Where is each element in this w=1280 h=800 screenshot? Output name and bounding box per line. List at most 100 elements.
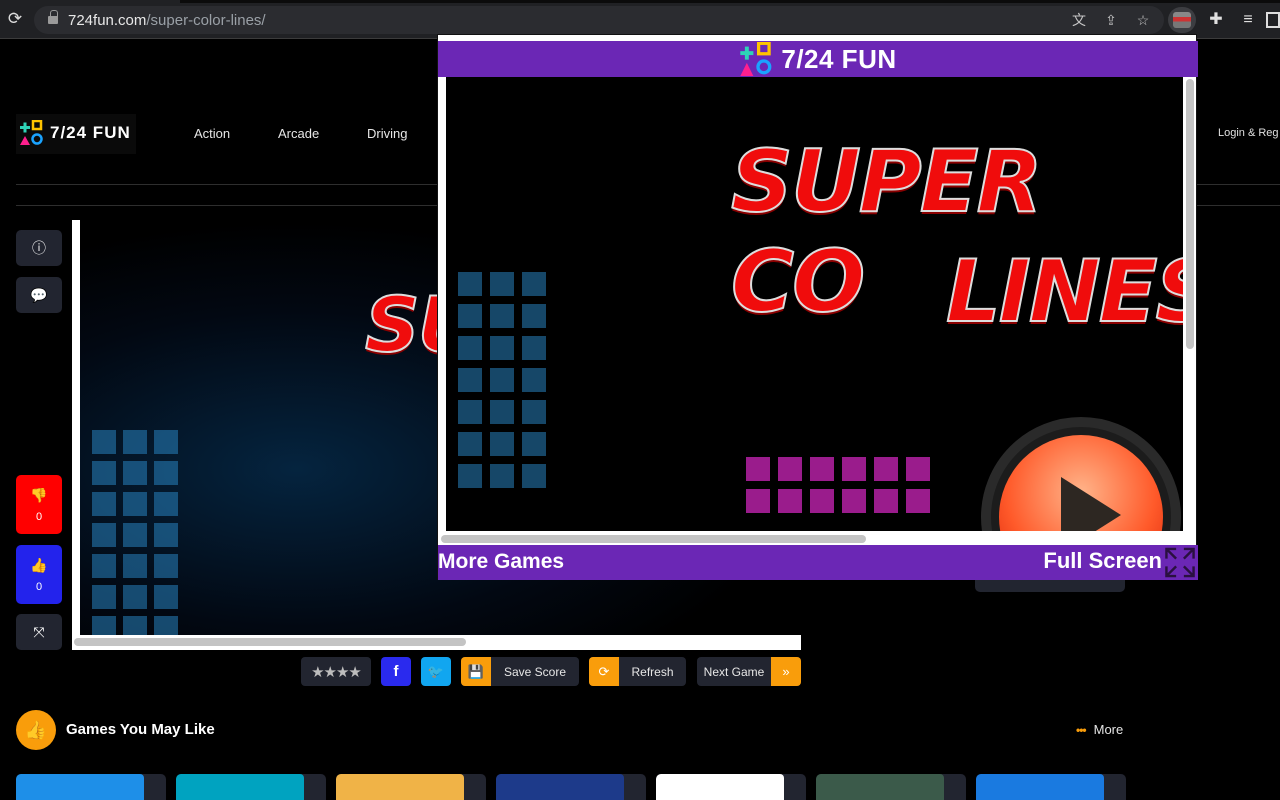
decor-tile [906, 489, 930, 513]
reload-icon[interactable]: ⟳ [6, 10, 24, 28]
extension-screenshot-icon [1173, 12, 1191, 28]
game-card[interactable] [16, 774, 166, 800]
dislike-button[interactable]: 👎 0 [16, 475, 62, 534]
horizontal-scrollbar[interactable] [74, 638, 466, 646]
decor-tile [92, 585, 116, 609]
decor-tile [490, 304, 514, 328]
decor-tile [458, 336, 482, 360]
decor-tile [154, 523, 178, 547]
game-thumbnail [656, 774, 784, 800]
decor-tile [746, 457, 770, 481]
horizontal-scrollbar[interactable] [441, 535, 866, 543]
nav-arcade[interactable]: Arcade [278, 126, 319, 141]
decor-tile [458, 368, 482, 392]
login-register-link[interactable]: Login & Reg [1218, 127, 1279, 139]
nav-driving[interactable]: Driving [367, 126, 407, 141]
share-icon[interactable]: ⇪ [1102, 11, 1120, 29]
logo-text: 7/24 FUN [50, 123, 131, 142]
decor-tile [92, 492, 116, 516]
lock-icon[interactable] [48, 10, 58, 25]
info-button[interactable]: ⓘ [16, 230, 62, 266]
popup-header: 7/24 FUN [438, 41, 1198, 77]
address-bar[interactable]: 724fun.com/super-color-lines/ 文 ⇪ ☆ [34, 6, 1164, 34]
decor-tile [874, 457, 898, 481]
vertical-scrollbar[interactable] [1186, 79, 1194, 349]
comment-button[interactable]: 💬 [16, 277, 62, 313]
url-text[interactable]: 724fun.com/super-color-lines/ [68, 12, 266, 29]
decor-tile [154, 554, 178, 578]
fullscreen-arrows-icon[interactable] [1164, 547, 1196, 578]
game-popup-window: 7/24 FUN SUPER CO LINES More Games Full … [437, 34, 1198, 580]
refresh-icon: ⟳ [589, 657, 619, 686]
game-card[interactable] [176, 774, 326, 800]
next-game-button[interactable]: Next Game » [697, 657, 801, 686]
extensions-puzzle-icon[interactable]: ✚ [1206, 10, 1226, 30]
decor-tile [92, 616, 116, 635]
decor-tile [490, 336, 514, 360]
full-screen-link[interactable]: Full Screen [1043, 548, 1162, 574]
more-games-link[interactable]: ••• More [1076, 722, 1123, 737]
decor-tile [810, 457, 834, 481]
decor-tile [123, 554, 147, 578]
more-games-link[interactable]: More Games [438, 550, 564, 574]
decor-tile [92, 430, 116, 454]
decor-tile [810, 489, 834, 513]
media-queue-icon[interactable]: ≡ [1238, 10, 1258, 30]
info-icon: ⓘ [32, 240, 46, 256]
game-card[interactable] [496, 774, 646, 800]
nav-action[interactable]: Action [194, 126, 230, 141]
site-logo[interactable]: 7/24 FUN [16, 114, 136, 154]
thumbs-down-icon: 👎 [30, 486, 48, 503]
popup-footer: More Games Full Screen [438, 545, 1198, 580]
save-score-label: Save Score [503, 664, 567, 679]
popup-game-canvas[interactable]: SUPER CO LINES [446, 77, 1183, 531]
game-thumbnail [976, 774, 1104, 800]
decor-tile [123, 430, 147, 454]
side-panel-icon[interactable] [1266, 12, 1280, 28]
decor-tile [123, 492, 147, 516]
refresh-button[interactable]: ⟳ Refresh [589, 657, 686, 686]
decor-tile [92, 461, 116, 485]
game-card[interactable] [336, 774, 486, 800]
decor-tile [92, 554, 116, 578]
game-card[interactable] [976, 774, 1126, 800]
expand-icon: ⤧ [33, 624, 45, 640]
decor-tile [154, 430, 178, 454]
game-thumbnail [176, 774, 304, 800]
game-thumbnail [496, 774, 624, 800]
decor-tile [522, 368, 546, 392]
comment-icon: 💬 [30, 287, 48, 303]
decor-tile [522, 464, 546, 488]
decor-tile [778, 489, 802, 513]
logo-shapes-icon [20, 120, 43, 145]
url-host: 724fun.com [68, 12, 147, 29]
play-button[interactable] [981, 417, 1181, 531]
play-icon [1061, 477, 1121, 531]
game-card[interactable] [656, 774, 806, 800]
fullscreen-button[interactable]: ⤧ [16, 614, 62, 650]
decor-tile [92, 523, 116, 547]
url-path: /super-color-lines/ [146, 12, 266, 29]
star-rating[interactable]: ★★★★ [301, 657, 371, 686]
floppy-disk-icon: 💾 [461, 657, 491, 686]
decor-tile [123, 616, 147, 635]
twitter-share-button[interactable]: 🐦 [421, 657, 451, 686]
extension-screenshot-button[interactable] [1168, 7, 1196, 33]
like-button[interactable]: 👍 0 [16, 545, 62, 604]
decor-tile [522, 336, 546, 360]
refresh-label: Refresh [631, 664, 674, 679]
decor-tile [874, 489, 898, 513]
decor-tile [458, 464, 482, 488]
twitter-icon: 🐦 [427, 663, 445, 679]
decor-tile [746, 489, 770, 513]
facebook-share-button[interactable]: f [381, 657, 411, 686]
decor-tile [123, 585, 147, 609]
game-thumbnail [816, 774, 944, 800]
decor-tile [154, 461, 178, 485]
double-chevron-right-icon: » [771, 657, 801, 686]
translate-icon[interactable]: 文 [1070, 11, 1088, 29]
next-game-label: Next Game [703, 664, 765, 679]
save-score-button[interactable]: 💾 Save Score [461, 657, 579, 686]
bookmark-star-icon[interactable]: ☆ [1134, 11, 1152, 29]
game-card[interactable] [816, 774, 966, 800]
